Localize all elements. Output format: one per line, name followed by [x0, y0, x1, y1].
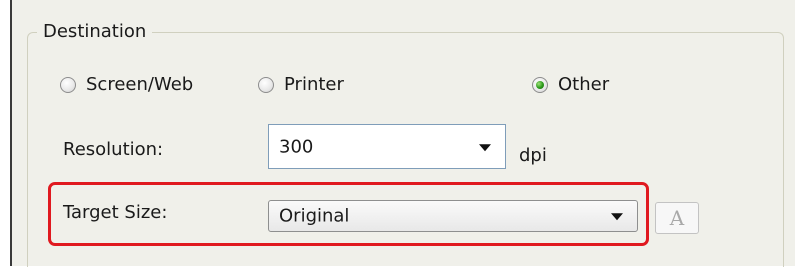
radio-screen-web-label: Screen/Web [86, 74, 194, 95]
radio-printer-label: Printer [284, 74, 344, 95]
resolution-value: 300 [279, 136, 314, 157]
radio-printer-indicator[interactable] [258, 76, 274, 93]
radio-other[interactable]: Other [532, 74, 609, 95]
target-size-dropdown[interactable]: Original [268, 200, 638, 232]
target-size-label: Target Size: [63, 202, 168, 223]
chevron-down-icon[interactable] [611, 213, 623, 221]
text-font-button[interactable]: A [655, 202, 699, 234]
radio-other-indicator[interactable] [532, 76, 548, 93]
resolution-unit: dpi [519, 145, 547, 166]
target-size-value: Original [279, 205, 350, 227]
radio-other-label: Other [558, 74, 610, 95]
resolution-combobox[interactable]: 300 [268, 124, 506, 169]
resolution-label: Resolution: [63, 139, 164, 160]
radio-printer[interactable]: Printer [258, 74, 344, 95]
radio-screen-web[interactable]: Screen/Web [60, 74, 193, 95]
destination-group-title: Destination [37, 21, 153, 42]
radio-screen-web-indicator[interactable] [60, 76, 76, 93]
font-a-icon: A [669, 206, 685, 230]
chevron-down-icon[interactable] [479, 143, 491, 151]
